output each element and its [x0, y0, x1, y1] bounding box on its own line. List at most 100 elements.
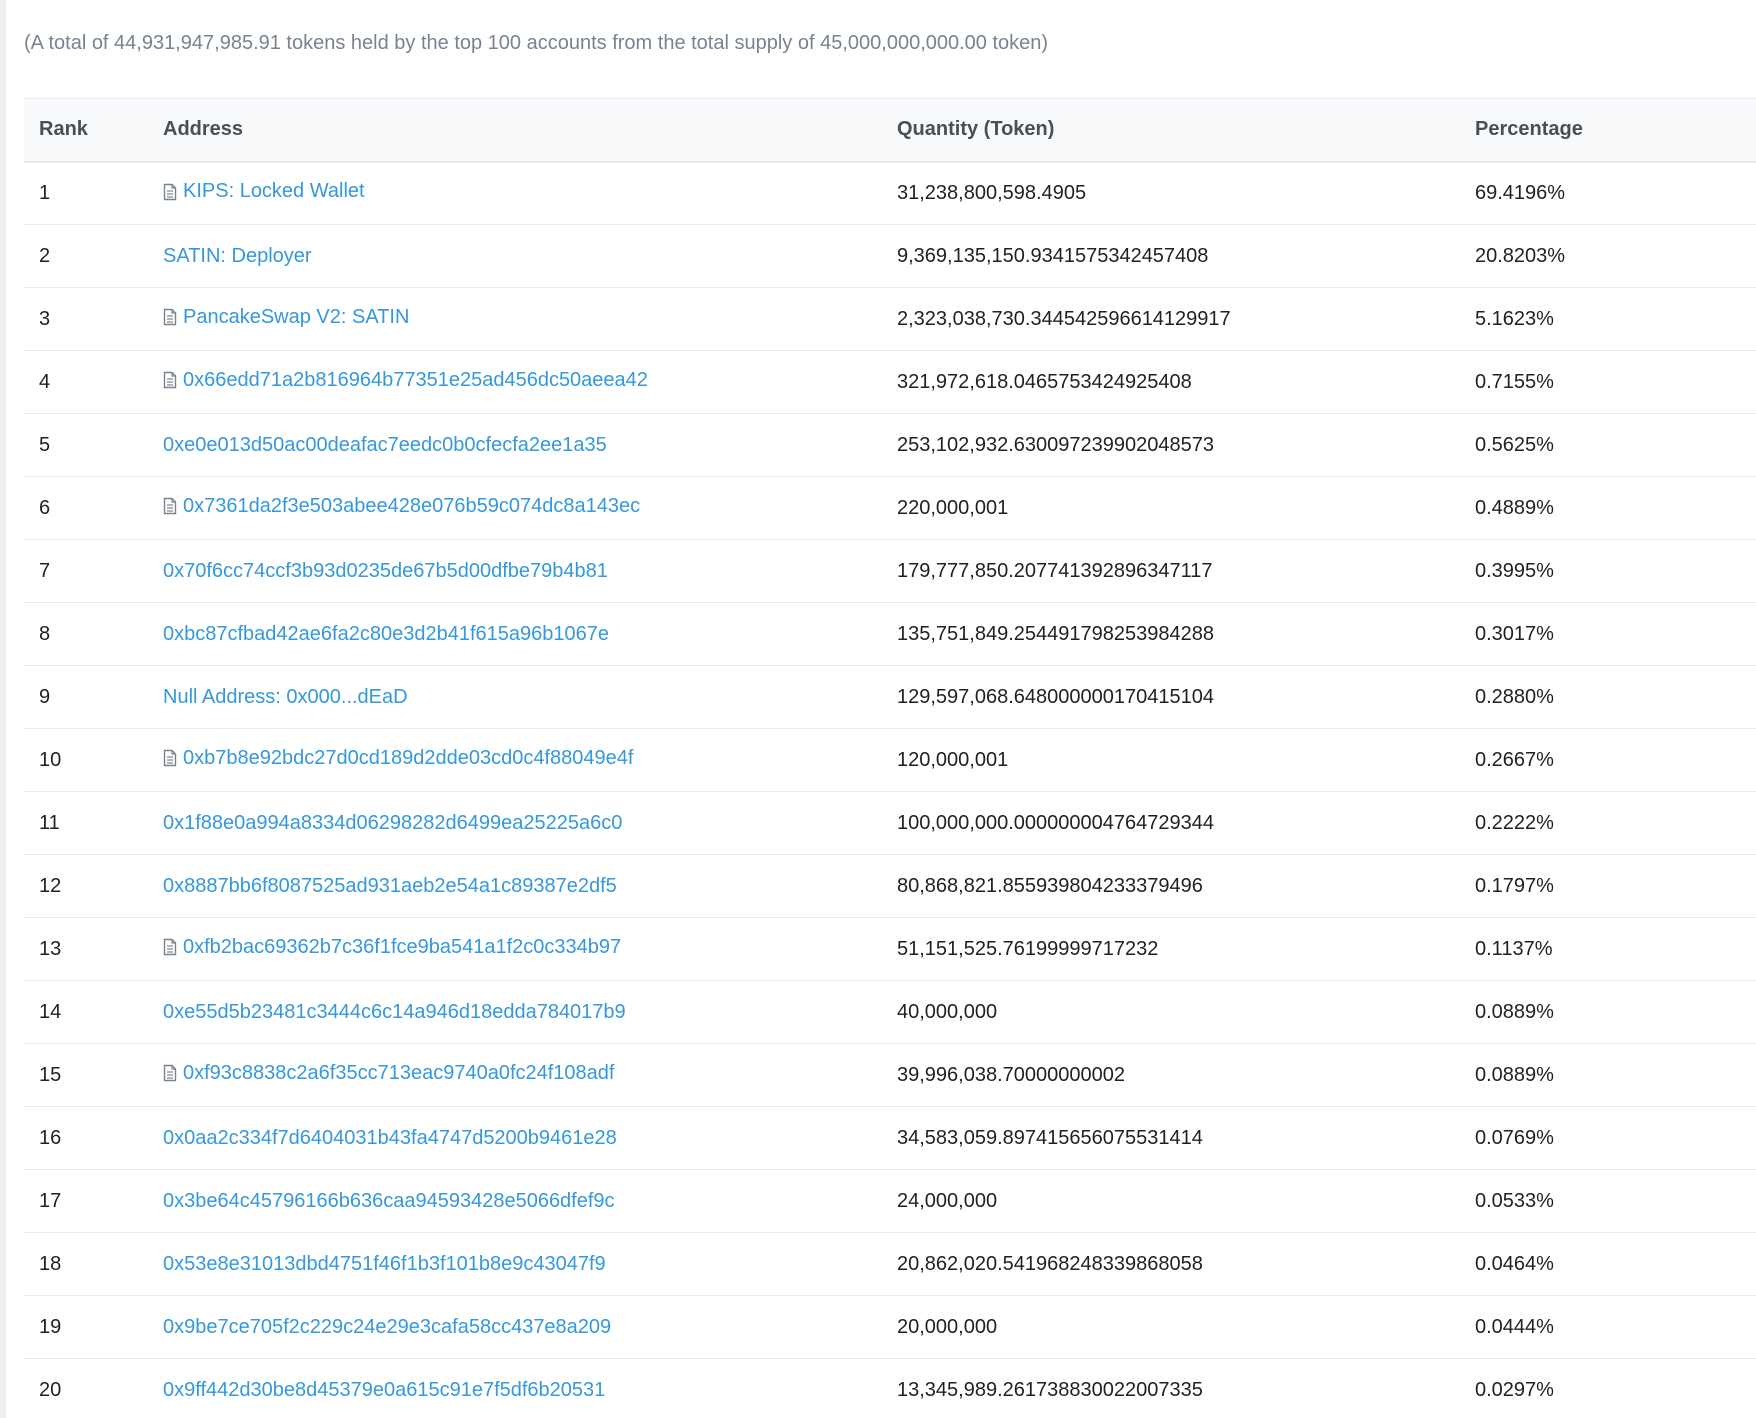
- rank-cell: 12: [24, 854, 163, 918]
- contract-document-icon: [163, 497, 177, 515]
- rank-cell: 8: [24, 602, 163, 666]
- address-link[interactable]: 0x3be64c45796166b636caa94593428e5066dfef…: [163, 1190, 615, 1213]
- table-row: 17 0x3be64c45796166b636caa94593428e5066d…: [24, 1169, 1756, 1233]
- table-row: 15 0xf93c8838c2a6f35cc713eac9740a0fc24f1…: [24, 1043, 1756, 1107]
- percentage-cell: 0.3995%: [1475, 539, 1756, 603]
- address-cell: PancakeSwap V2: SATIN: [163, 287, 897, 351]
- percentage-cell: 0.4889%: [1475, 476, 1756, 540]
- quantity-cell: 253,102,932.630097239902048573: [897, 413, 1475, 477]
- percentage-cell: 0.0889%: [1475, 980, 1756, 1044]
- table-body: 1 KIPS: Locked Wallet 31,238,800,598.490…: [24, 161, 1756, 1418]
- address-link[interactable]: 0xb7b8e92bdc27d0cd189d2dde03cd0c4f88049e…: [163, 747, 633, 770]
- address-link[interactable]: 0x0aa2c334f7d6404031b43fa4747d5200b9461e…: [163, 1127, 617, 1150]
- rank-cell: 17: [24, 1169, 163, 1233]
- quantity-cell: 20,862,020.541968248339868058: [897, 1232, 1475, 1296]
- holders-table: Rank Address Quantity (Token) Percentage…: [24, 98, 1756, 1418]
- address-text: 0x9ff442d30be8d45379e0a615c91e7f5df6b205…: [163, 1378, 606, 1401]
- address-link[interactable]: 0x9ff442d30be8d45379e0a615c91e7f5df6b205…: [163, 1379, 605, 1402]
- address-link[interactable]: 0x9be7ce705f2c229c24e29e3cafa58cc437e8a2…: [163, 1316, 611, 1339]
- address-link[interactable]: 0x66edd71a2b816964b77351e25ad456dc50aeea…: [163, 369, 648, 392]
- table-row: 13 0xfb2bac69362b7c36f1fce9ba541a1f2c0c3…: [24, 917, 1756, 981]
- address-text: 0x70f6cc74ccf3b93d0235de67b5d00dfbe79b4b…: [163, 559, 608, 582]
- percentage-cell: 0.0297%: [1475, 1358, 1756, 1418]
- address-cell: 0xbc87cfbad42ae6fa2c80e3d2b41f615a96b106…: [163, 602, 897, 666]
- quantity-cell: 120,000,001: [897, 728, 1475, 792]
- rank-cell: 1: [24, 161, 163, 225]
- rank-cell: 13: [24, 917, 163, 981]
- address-cell: Null Address: 0x000...dEaD: [163, 665, 897, 729]
- percentage-cell: 0.2880%: [1475, 665, 1756, 729]
- address-link[interactable]: 0x53e8e31013dbd4751f46f1b3f101b8e9c43047…: [163, 1253, 606, 1276]
- column-header-quantity: Quantity (Token): [897, 98, 1475, 163]
- percentage-cell: 0.3017%: [1475, 602, 1756, 666]
- quantity-cell: 321,972,618.0465753424925408: [897, 350, 1475, 414]
- table-row: 9 Null Address: 0x000...dEaD 129,597,068…: [24, 665, 1756, 729]
- address-cell: 0x53e8e31013dbd4751f46f1b3f101b8e9c43047…: [163, 1232, 897, 1296]
- table-row: 14 0xe55d5b23481c3444c6c14a946d18edda784…: [24, 980, 1756, 1044]
- quantity-cell: 179,777,850.207741392896347117: [897, 539, 1475, 603]
- table-row: 12 0x8887bb6f8087525ad931aeb2e54a1c89387…: [24, 854, 1756, 918]
- table-row: 7 0x70f6cc74ccf3b93d0235de67b5d00dfbe79b…: [24, 539, 1756, 603]
- address-cell: 0x70f6cc74ccf3b93d0235de67b5d00dfbe79b4b…: [163, 539, 897, 603]
- rank-cell: 19: [24, 1295, 163, 1359]
- address-link[interactable]: 0x7361da2f3e503abee428e076b59c074dc8a143…: [163, 495, 640, 518]
- address-text: 0xfb2bac69362b7c36f1fce9ba541a1f2c0c334b…: [183, 935, 622, 958]
- address-cell: 0xf93c8838c2a6f35cc713eac9740a0fc24f108a…: [163, 1043, 897, 1107]
- address-text: 0xb7b8e92bdc27d0cd189d2dde03cd0c4f88049e…: [183, 746, 634, 769]
- table-row: 18 0x53e8e31013dbd4751f46f1b3f101b8e9c43…: [24, 1232, 1756, 1296]
- table-row: 8 0xbc87cfbad42ae6fa2c80e3d2b41f615a96b1…: [24, 602, 1756, 666]
- table-row: 2 SATIN: Deployer 9,369,135,150.93415753…: [24, 224, 1756, 288]
- percentage-cell: 5.1623%: [1475, 287, 1756, 351]
- address-text: KIPS: Locked Wallet: [183, 180, 365, 202]
- address-text: SATIN: Deployer: [163, 244, 312, 267]
- percentage-cell: 20.8203%: [1475, 224, 1756, 288]
- address-link[interactable]: 0x8887bb6f8087525ad931aeb2e54a1c89387e2d…: [163, 875, 617, 898]
- percentage-cell: 0.2222%: [1475, 791, 1756, 855]
- address-link[interactable]: KIPS: Locked Wallet: [163, 180, 365, 203]
- address-link[interactable]: 0xe55d5b23481c3444c6c14a946d18edda784017…: [163, 1001, 626, 1024]
- address-link[interactable]: SATIN: Deployer: [163, 245, 312, 268]
- address-link[interactable]: 0xbc87cfbad42ae6fa2c80e3d2b41f615a96b106…: [163, 623, 609, 646]
- address-link[interactable]: 0x1f88e0a994a8334d06298282d6499ea25225a6…: [163, 812, 622, 835]
- table-row: 3 PancakeSwap V2: SATIN 2,323,038,730.34…: [24, 287, 1756, 351]
- quantity-cell: 40,000,000: [897, 980, 1475, 1044]
- rank-cell: 2: [24, 224, 163, 288]
- table-row: 6 0x7361da2f3e503abee428e076b59c074dc8a1…: [24, 476, 1756, 540]
- address-link[interactable]: 0x70f6cc74ccf3b93d0235de67b5d00dfbe79b4b…: [163, 560, 608, 583]
- address-cell: 0x8887bb6f8087525ad931aeb2e54a1c89387e2d…: [163, 854, 897, 918]
- column-header-address: Address: [163, 98, 897, 163]
- rank-cell: 11: [24, 791, 163, 855]
- quantity-cell: 129,597,068.648000000170415104: [897, 665, 1475, 729]
- address-text: 0xe55d5b23481c3444c6c14a946d18edda784017…: [163, 1000, 626, 1023]
- column-header-percentage: Percentage: [1475, 98, 1756, 163]
- address-text: 0xf93c8838c2a6f35cc713eac9740a0fc24f108a…: [183, 1061, 615, 1084]
- quantity-cell: 2,323,038,730.344542596614129917: [897, 287, 1475, 351]
- address-link[interactable]: 0xf93c8838c2a6f35cc713eac9740a0fc24f108a…: [163, 1062, 614, 1085]
- address-text: 0xe0e013d50ac00deafac7eedc0b0cfecfa2ee1a…: [163, 433, 607, 456]
- rank-cell: 4: [24, 350, 163, 414]
- address-cell: 0x7361da2f3e503abee428e076b59c074dc8a143…: [163, 476, 897, 540]
- table-row: 4 0x66edd71a2b816964b77351e25ad456dc50ae…: [24, 350, 1756, 414]
- address-cell: 0x9be7ce705f2c229c24e29e3cafa58cc437e8a2…: [163, 1295, 897, 1359]
- rank-cell: 5: [24, 413, 163, 477]
- quantity-cell: 100,000,000.000000004764729344: [897, 791, 1475, 855]
- address-text: 0x53e8e31013dbd4751f46f1b3f101b8e9c43047…: [163, 1252, 606, 1275]
- address-link[interactable]: 0xfb2bac69362b7c36f1fce9ba541a1f2c0c334b…: [163, 936, 621, 959]
- address-link[interactable]: 0xe0e013d50ac00deafac7eedc0b0cfecfa2ee1a…: [163, 434, 607, 457]
- quantity-cell: 51,151,525.76199999717232: [897, 917, 1475, 981]
- rank-cell: 14: [24, 980, 163, 1044]
- percentage-cell: 0.1137%: [1475, 917, 1756, 981]
- address-text: 0x66edd71a2b816964b77351e25ad456dc50aeea…: [183, 368, 648, 391]
- address-cell: 0xb7b8e92bdc27d0cd189d2dde03cd0c4f88049e…: [163, 728, 897, 792]
- address-cell: 0xe55d5b23481c3444c6c14a946d18edda784017…: [163, 980, 897, 1044]
- address-cell: 0xe0e013d50ac00deafac7eedc0b0cfecfa2ee1a…: [163, 413, 897, 477]
- token-holders-page: (A total of 44,931,947,985.91 tokens hel…: [0, 0, 1756, 1418]
- address-link[interactable]: Null Address: 0x000...dEaD: [163, 686, 408, 709]
- rank-cell: 6: [24, 476, 163, 540]
- quantity-cell: 9,369,135,150.9341575342457408: [897, 224, 1475, 288]
- percentage-cell: 0.2667%: [1475, 728, 1756, 792]
- holders-table-container[interactable]: Rank Address Quantity (Token) Percentage…: [24, 98, 1756, 1418]
- percentage-cell: 0.0769%: [1475, 1106, 1756, 1170]
- address-link[interactable]: PancakeSwap V2: SATIN: [163, 306, 409, 329]
- address-text: 0x7361da2f3e503abee428e076b59c074dc8a143…: [183, 494, 641, 517]
